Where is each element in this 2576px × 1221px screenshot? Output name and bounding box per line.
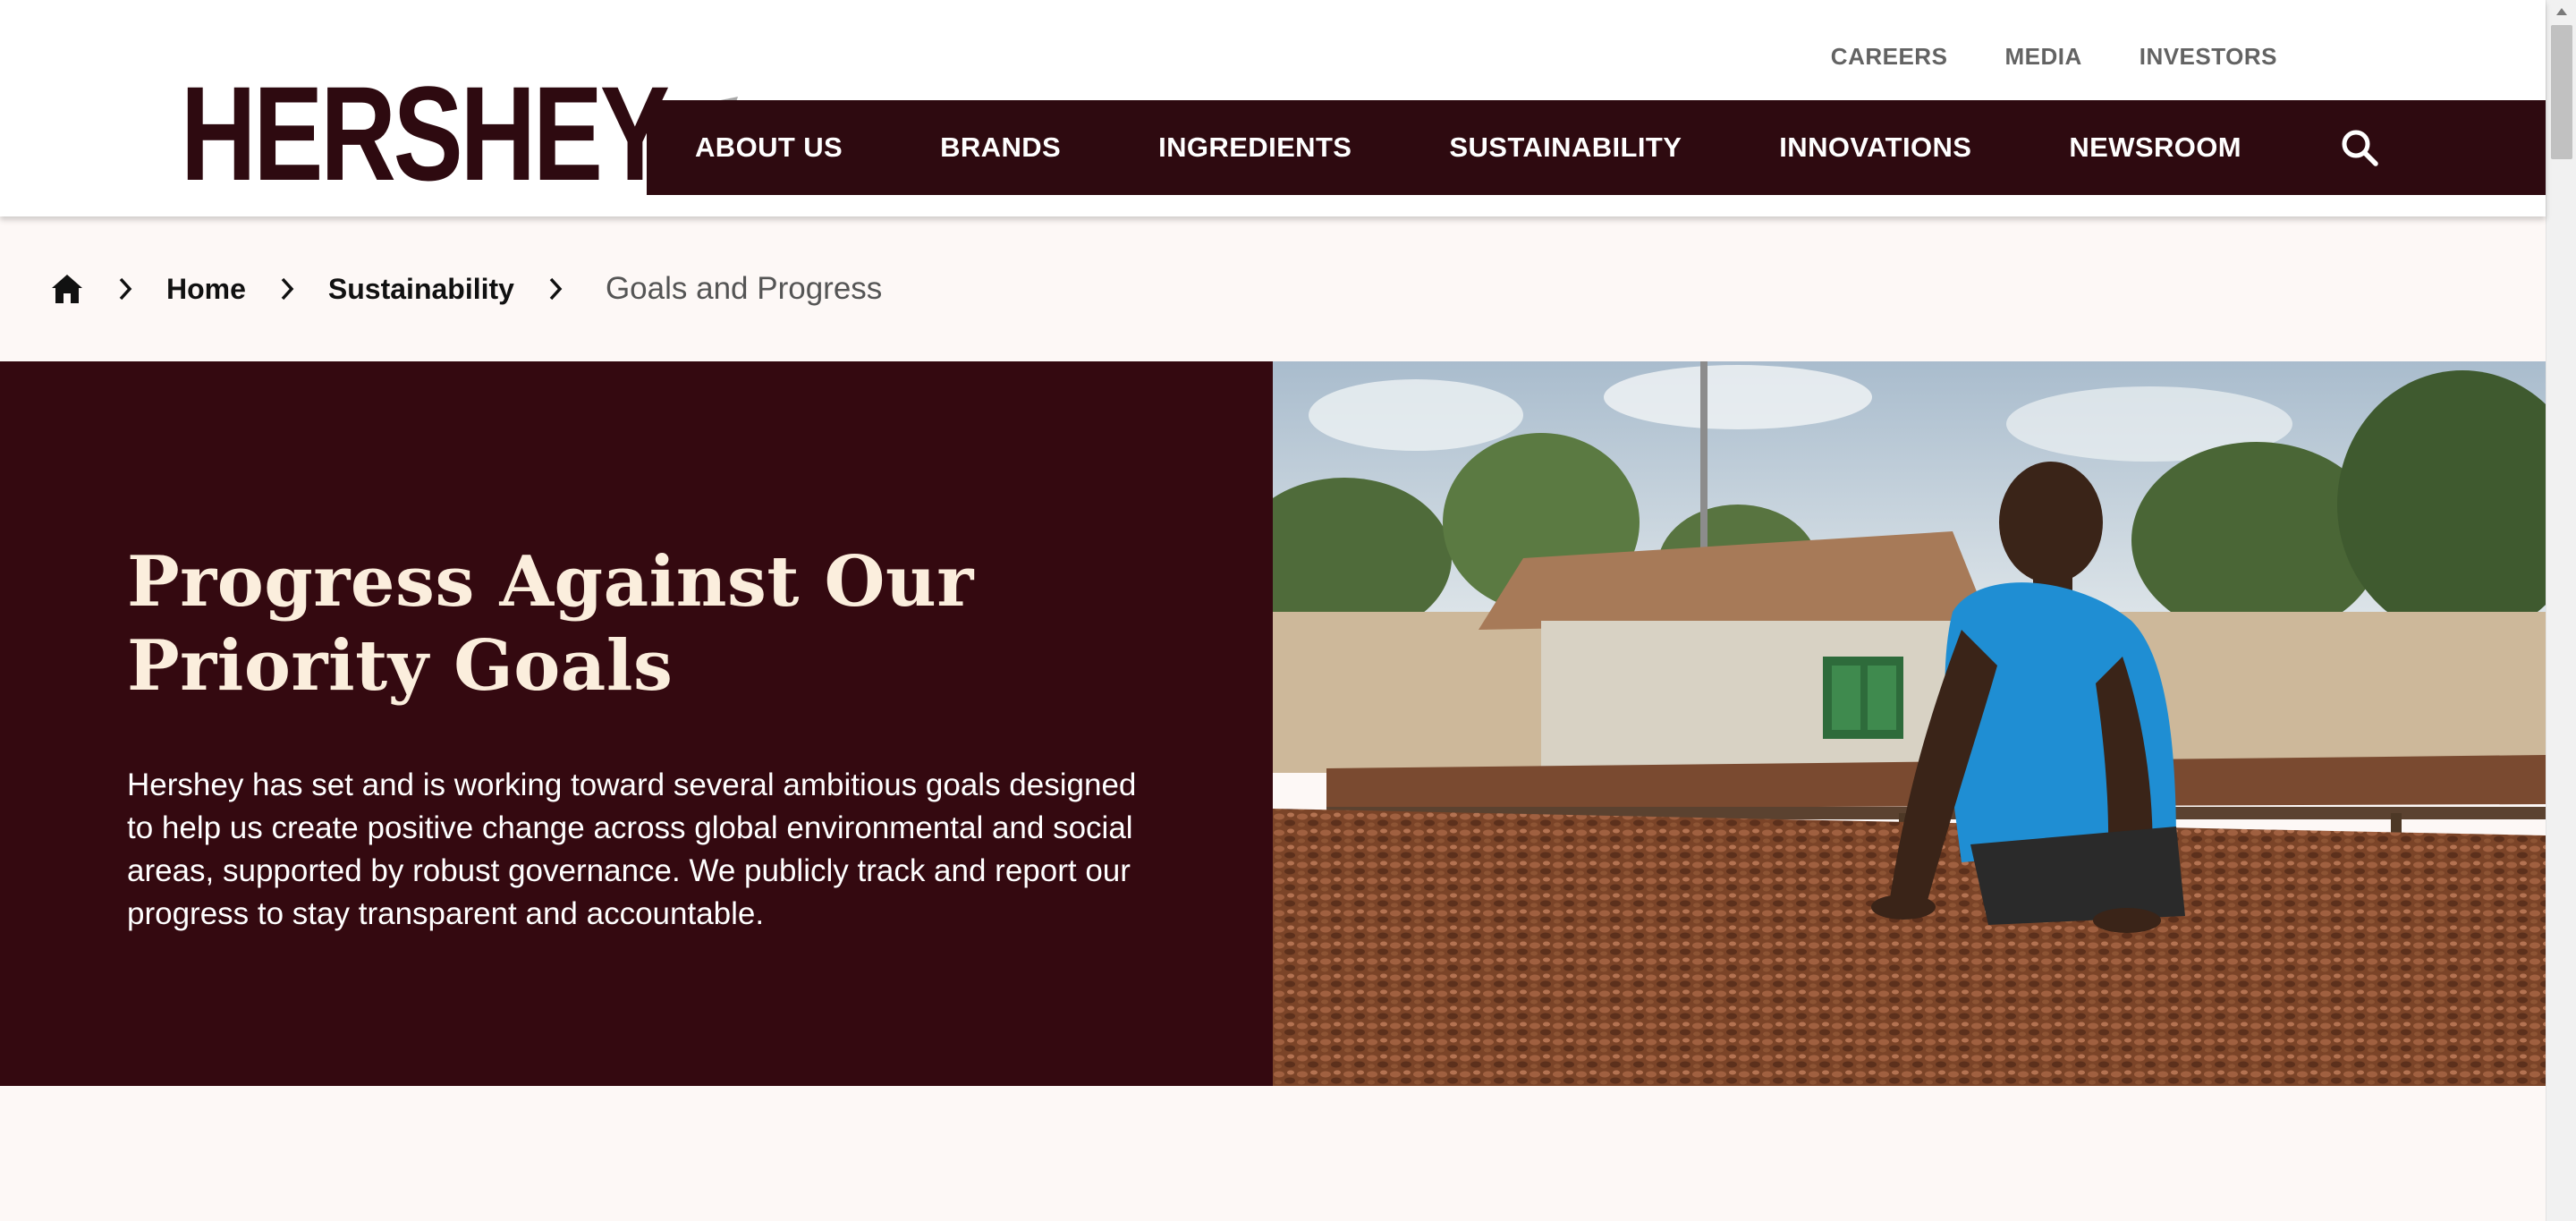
chevron-right-icon: [547, 276, 564, 301]
hero-description: Hershey has set and is working toward se…: [127, 767, 1137, 931]
logo-wordmark: HERSHEY: [181, 58, 670, 208]
scroll-up-arrow-icon[interactable]: [2546, 0, 2576, 23]
breadcrumb-link-home[interactable]: Home: [166, 273, 246, 306]
nav-item-about-us[interactable]: ABOUT US: [695, 131, 843, 164]
nav-item-ingredients[interactable]: INGREDIENTS: [1158, 131, 1352, 164]
hero-title: Progress Against Our Priority Goals: [127, 540, 1146, 708]
utility-link-media[interactable]: MEDIA: [2004, 43, 2081, 71]
utility-link-careers[interactable]: CAREERS: [1831, 43, 1948, 71]
hero-title-line-1: Progress Against Our: [127, 541, 974, 623]
search-button[interactable]: [2336, 124, 2383, 171]
breadcrumb-current: Goals and Progress: [605, 271, 883, 306]
hero-title-line-2: Priority Goals: [127, 625, 674, 707]
breadcrumb: Home Sustainability Goals and Progress: [0, 216, 2546, 361]
nav-item-innovations[interactable]: INNOVATIONS: [1779, 131, 1971, 164]
main-nav: ABOUT US BRANDS INGREDIENTS SUSTAINABILI…: [647, 100, 2546, 195]
nav-item-newsroom[interactable]: NEWSROOM: [2069, 131, 2241, 164]
hero-text-panel: Progress Against Our Priority Goals Hers…: [0, 361, 1273, 1086]
vertical-scrollbar[interactable]: [2546, 0, 2576, 1221]
page: HERSHEY CAREERS MEDIA INVESTORS ABOUT US…: [0, 0, 2576, 1221]
search-icon: [2342, 130, 2378, 166]
nav-item-sustainability[interactable]: SUSTAINABILITY: [1449, 131, 1682, 164]
hershey-logo[interactable]: HERSHEY: [181, 66, 738, 200]
home-icon: [52, 275, 82, 303]
chevron-right-icon: [278, 276, 296, 301]
breadcrumb-home-button[interactable]: [50, 272, 84, 306]
utility-link-investors[interactable]: INVESTORS: [2140, 43, 2277, 71]
hero-image-cocoa-farmer: [1273, 361, 2546, 1086]
nav-item-brands[interactable]: BRANDS: [940, 131, 1061, 164]
site-header: HERSHEY CAREERS MEDIA INVESTORS ABOUT US…: [0, 0, 2546, 216]
chevron-right-icon: [116, 276, 134, 301]
scrollbar-thumb[interactable]: [2551, 25, 2572, 159]
hero-section: Progress Against Our Priority Goals Hers…: [0, 361, 2546, 1086]
breadcrumb-link-sustainability[interactable]: Sustainability: [328, 273, 514, 306]
utility-nav: CAREERS MEDIA INVESTORS: [1831, 43, 2277, 71]
